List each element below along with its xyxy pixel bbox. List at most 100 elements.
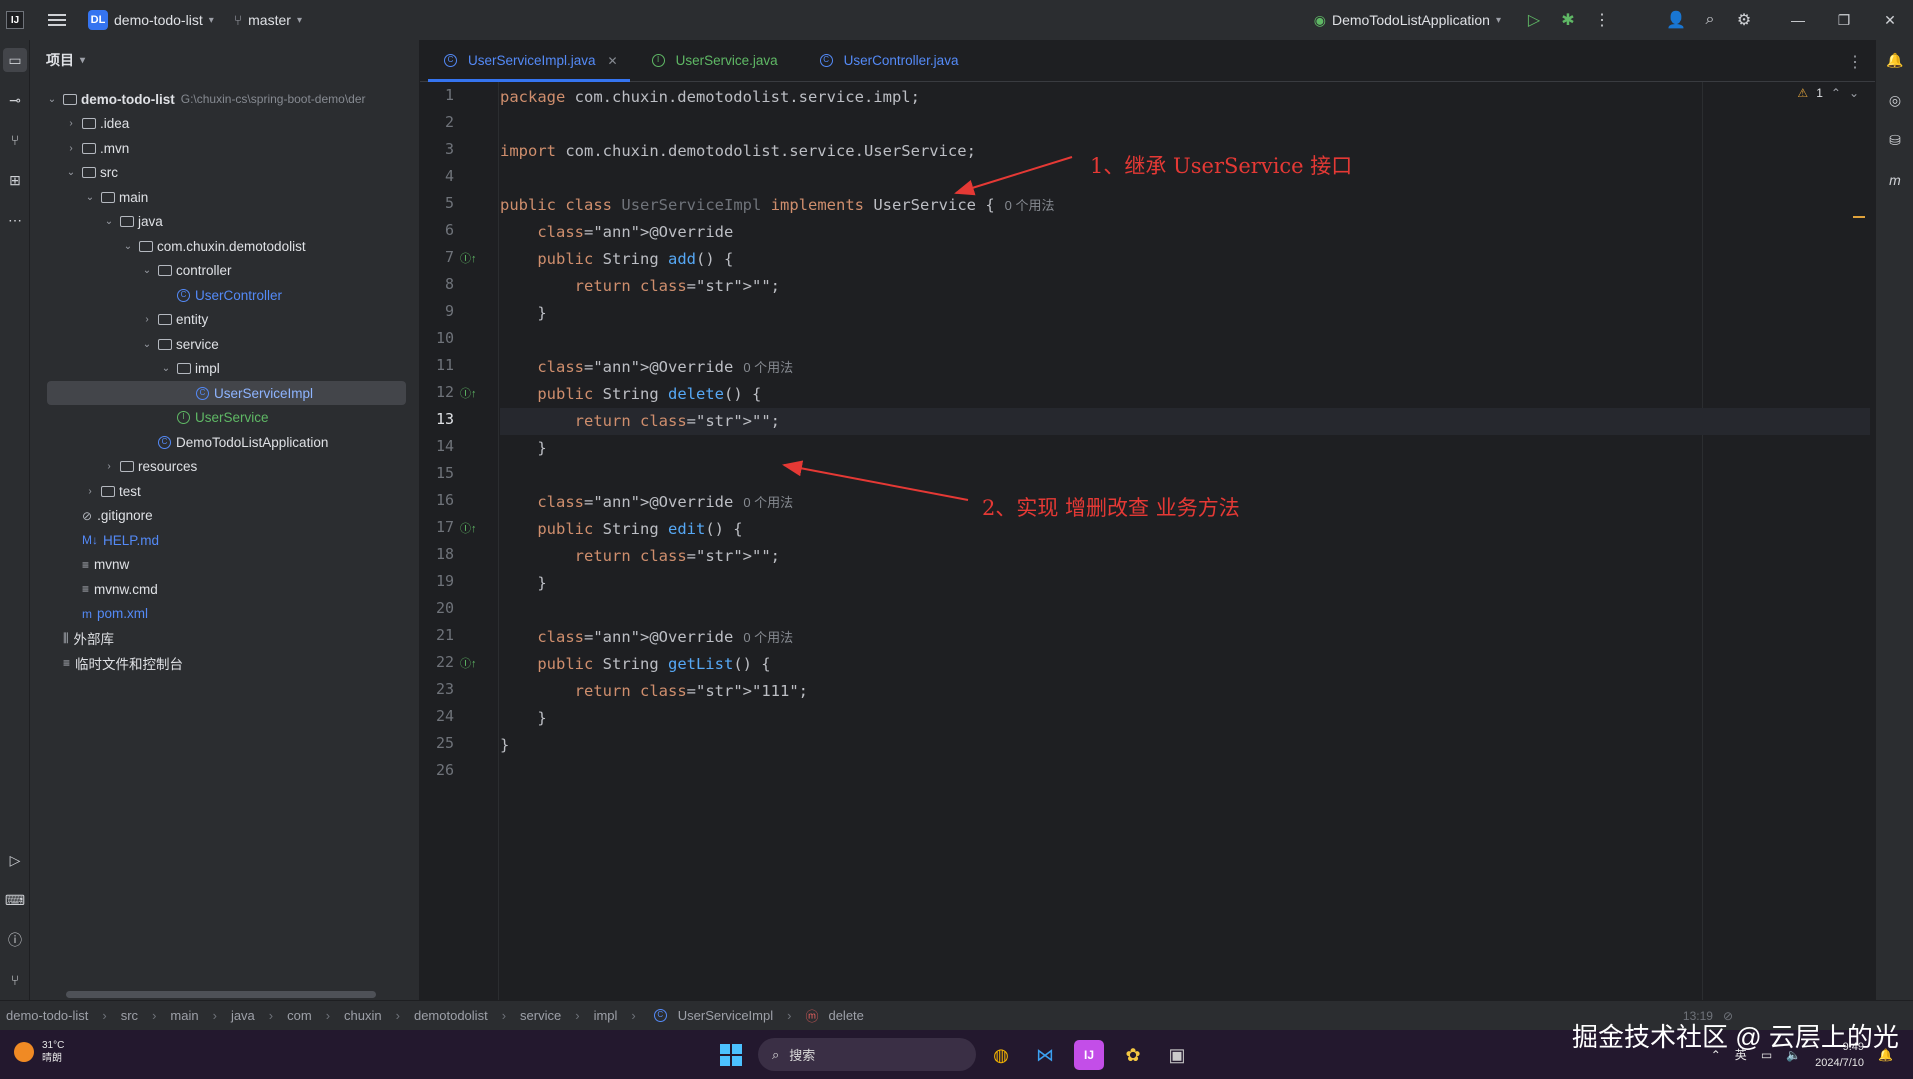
breadcrumb-item[interactable]: service (520, 1008, 561, 1023)
breadcrumb-item[interactable]: com (287, 1008, 312, 1023)
debug-icon[interactable]: ✱ (1551, 0, 1585, 40)
app-icon[interactable]: ✿ (1118, 1040, 1148, 1070)
usage-hint[interactable]: 0 个用法 (743, 495, 793, 510)
run-config-selector[interactable]: ◉ DemoTodoListApplication ▾ (1314, 12, 1501, 29)
more-icon[interactable]: ⋮ (1847, 52, 1863, 72)
pull-requests-icon[interactable]: ⑂ (3, 128, 27, 152)
tree-item[interactable]: ⌄ java (30, 210, 419, 234)
chevron-down-icon[interactable]: ⌄ (64, 167, 78, 178)
chevron-down-icon[interactable]: ⌄ (83, 192, 97, 203)
git-icon[interactable]: ⑂ (3, 968, 27, 992)
tree-item[interactable]: C DemoTodoListApplication (30, 430, 419, 454)
code-line[interactable]: return class="str">""; (500, 273, 1870, 300)
code-line[interactable]: public class UserServiceImpl implements … (500, 192, 1870, 219)
branch-switcher[interactable]: ⑂ master ▾ (234, 12, 302, 28)
run-icon[interactable]: ▷ (1517, 0, 1551, 40)
breadcrumb-item[interactable]: demotodolist (414, 1008, 488, 1023)
search-icon[interactable]: ⌕ (1693, 0, 1727, 40)
usage-hint[interactable]: 0 个用法 (1005, 198, 1055, 213)
code-line[interactable]: package com.chuxin.demotodolist.service.… (500, 84, 1870, 111)
chevron-down-icon[interactable]: ⌄ (140, 265, 154, 276)
more-tools-icon[interactable]: ⋯ (3, 208, 27, 232)
chevron-down-icon[interactable]: ⌄ (140, 339, 154, 350)
tree-item[interactable]: ⊘ .gitignore (30, 504, 419, 528)
ai-assistant-icon[interactable]: ◎ (1883, 88, 1907, 112)
code-line[interactable]: } (500, 570, 1870, 597)
implements-method-icon[interactable]: Ⓘ↑ (460, 520, 477, 536)
code-line[interactable]: public String add() { (500, 246, 1870, 273)
tree-item[interactable]: ⌄ controller (30, 259, 419, 283)
chevron-right-icon[interactable]: › (102, 461, 116, 472)
problems-icon[interactable]: ⓘ (3, 928, 27, 952)
horizontal-scrollbar[interactable] (66, 991, 376, 998)
code-line[interactable] (500, 165, 1870, 192)
close-icon[interactable]: ✕ (608, 54, 618, 68)
restore-button[interactable]: ❐ (1821, 0, 1867, 40)
breadcrumb-item[interactable]: demo-todo-list (6, 1008, 88, 1023)
tree-item[interactable]: › test (30, 479, 419, 503)
project-panel-header[interactable]: 项目 ▾ (30, 40, 419, 80)
add-user-icon[interactable]: 👤 (1659, 0, 1693, 40)
intellij-logo-icon[interactable]: IJ (6, 11, 24, 29)
code-line[interactable]: return class="str">"111"; (500, 678, 1870, 705)
tree-item[interactable]: C UserController (30, 283, 419, 307)
chevron-right-icon[interactable]: › (64, 118, 78, 129)
project-switcher[interactable]: DL demo-todo-list ▾ (88, 10, 214, 30)
tree-item[interactable]: › entity (30, 308, 419, 332)
code-line[interactable]: } (500, 435, 1870, 462)
chevron-down-icon[interactable]: ⌄ (45, 94, 59, 105)
more-icon[interactable]: ⋮ (1585, 0, 1619, 40)
chevron-right-icon[interactable]: › (64, 143, 78, 154)
implements-method-icon[interactable]: Ⓘ↑ (460, 385, 477, 401)
main-menu-icon[interactable] (48, 14, 66, 26)
tab-userservice[interactable]: I UserService.java (636, 40, 790, 81)
tree-item[interactable]: M↓ HELP.md (30, 528, 419, 552)
code-line[interactable]: class="ann">@Override 0 个用法 (500, 354, 1870, 381)
chevron-right-icon[interactable]: › (140, 314, 154, 325)
minimize-button[interactable]: — (1775, 0, 1821, 40)
breadcrumb-item[interactable]: delete (828, 1008, 863, 1023)
taskbar-search[interactable]: ⌕ 搜索 (758, 1038, 976, 1071)
close-button[interactable]: ✕ (1867, 0, 1913, 40)
tab-userserviceimpl[interactable]: C UserServiceImpl.java ✕ (428, 40, 630, 82)
code-line[interactable]: } (500, 732, 1870, 759)
implements-method-icon[interactable]: Ⓘ↑ (460, 250, 477, 266)
database-icon[interactable]: ⛁ (1883, 128, 1907, 152)
maven-icon[interactable]: m (1883, 168, 1907, 192)
breadcrumb-item[interactable]: main (170, 1008, 198, 1023)
tree-item[interactable]: m pom.xml (30, 602, 419, 626)
chevron-right-icon[interactable]: › (83, 486, 97, 497)
code-line[interactable]: } (500, 705, 1870, 732)
intellij-taskbar-icon[interactable]: IJ (1074, 1040, 1104, 1070)
tree-item[interactable]: › resources (30, 455, 419, 479)
tree-item[interactable]: ⌄ main (30, 185, 419, 209)
code-line[interactable] (500, 327, 1870, 354)
implements-method-icon[interactable]: Ⓘ↑ (460, 655, 477, 671)
breadcrumb-item[interactable]: impl (594, 1008, 618, 1023)
code-line[interactable]: return class="str">""; (500, 543, 1870, 570)
commit-tool-icon[interactable]: ⊸ (3, 88, 27, 112)
vscode-icon[interactable]: ⋈ (1030, 1040, 1060, 1070)
weather-widget[interactable]: 31°C 晴朗 (14, 1039, 64, 1065)
code-line[interactable]: class="ann">@Override 0 个用法 (500, 624, 1870, 651)
tree-item[interactable]: I UserService (30, 406, 419, 430)
code-line[interactable]: return class="str">""; (500, 408, 1870, 435)
notifications-icon[interactable]: 🔔 (1883, 48, 1907, 72)
tree-item[interactable]: ⌄ demo-todo-list G:\chuxin-cs\spring-boot-… (30, 87, 419, 111)
breadcrumb-item[interactable]: UserServiceImpl (678, 1008, 773, 1023)
code-line[interactable]: class="ann">@Override 0 个用法 (500, 489, 1870, 516)
structure-icon[interactable]: ⊞ (3, 168, 27, 192)
windows-start-icon[interactable] (720, 1044, 742, 1066)
code-line[interactable]: public String edit() { (500, 516, 1870, 543)
tree-item[interactable]: ⌄ impl (30, 357, 419, 381)
code-line[interactable]: import com.chuxin.demotodolist.service.U… (500, 138, 1870, 165)
breadcrumb-item[interactable]: chuxin (344, 1008, 382, 1023)
code-line[interactable]: } (500, 300, 1870, 327)
code-line[interactable]: public String delete() { (500, 381, 1870, 408)
tree-item[interactable]: ≡ 临时文件和控制台 (30, 651, 419, 675)
tree-item[interactable]: C UserServiceImpl (47, 381, 406, 405)
code-line[interactable]: public String getList() { (500, 651, 1870, 678)
code-line[interactable]: class="ann">@Override (500, 219, 1870, 246)
usage-hint[interactable]: 0 个用法 (743, 360, 793, 375)
tree-item[interactable]: ⫼ 外部库 (30, 626, 419, 650)
